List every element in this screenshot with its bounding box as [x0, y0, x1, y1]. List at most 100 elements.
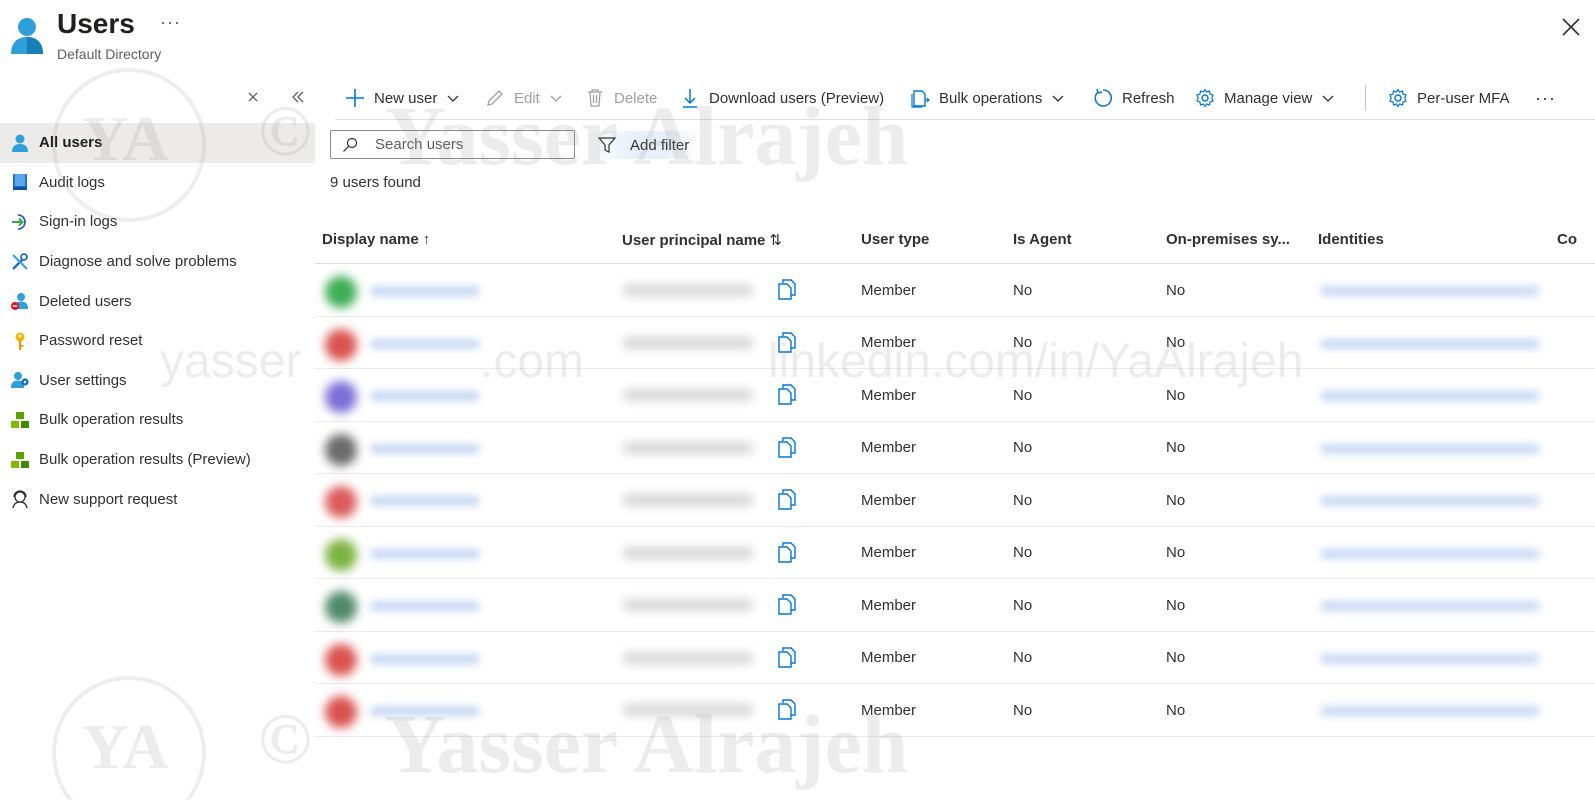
copy-icon[interactable]: [777, 436, 797, 458]
header-more-button[interactable]: ···: [160, 12, 181, 33]
avatar: [325, 486, 357, 518]
column-user-principal-name[interactable]: User principal name ⇅: [622, 231, 782, 249]
column-next[interactable]: Co: [1557, 231, 1577, 248]
search-input[interactable]: [375, 136, 565, 153]
pencil-icon: [487, 90, 503, 106]
user-type-cell: Member: [861, 544, 917, 562]
display-name-redacted[interactable]: [370, 706, 480, 716]
on-premises-sync-cell: No: [1166, 334, 1186, 352]
identities-redacted: [1320, 706, 1540, 716]
add-filter-button[interactable]: Add filter: [586, 131, 702, 159]
display-name-redacted[interactable]: [370, 443, 480, 454]
sort-ascending-icon: ↑: [422, 231, 431, 248]
table-header: Display name ↑ User principal name ⇅ User …: [315, 218, 1595, 264]
sidebar-item-bulk-results[interactable]: Bulk operation results: [0, 400, 315, 440]
copy-icon[interactable]: [777, 698, 797, 720]
user-principal-name-redacted: [623, 389, 753, 401]
delete-label: Delete: [614, 89, 658, 107]
column-identities[interactable]: Identities: [1318, 231, 1384, 248]
sidebar-item-label: Bulk operation results (Preview): [39, 451, 251, 469]
table-row[interactable]: Member No No: [315, 369, 1595, 422]
book-icon: [10, 172, 30, 192]
display-name-redacted[interactable]: [370, 601, 480, 611]
command-bar: New user Edit Delete Download users (Pre…: [335, 80, 1595, 120]
sidebar-item-new-support-request[interactable]: New support request: [0, 479, 315, 519]
chevron-down-icon[interactable]: [446, 91, 460, 105]
table-row[interactable]: Member No No: [315, 422, 1595, 474]
support-icon: [10, 489, 30, 509]
on-premises-sync-cell: No: [1166, 596, 1186, 614]
table-row[interactable]: Member No No: [315, 264, 1595, 317]
table-row[interactable]: Member No No: [315, 632, 1595, 684]
avatar: [325, 328, 357, 361]
manage-view-button[interactable]: Manage view: [1195, 80, 1335, 116]
clear-search-icon[interactable]: [246, 90, 260, 104]
display-name-redacted[interactable]: [370, 653, 480, 664]
copy-icon[interactable]: [777, 278, 797, 300]
table-row[interactable]: Member No No: [315, 579, 1595, 632]
edit-button[interactable]: Edit: [485, 80, 563, 116]
column-display-name[interactable]: Display name ↑: [322, 231, 430, 248]
sidebar-item-password-reset[interactable]: Password reset: [0, 321, 315, 361]
copy-icon[interactable]: [777, 488, 797, 510]
display-name-redacted[interactable]: [370, 286, 480, 296]
manage-view-label: Manage view: [1224, 89, 1313, 107]
sidebar-item-deleted-users[interactable]: Deleted users: [0, 281, 315, 321]
is-agent-cell: No: [1013, 544, 1033, 562]
sidebar-item-label: All users: [39, 134, 103, 152]
per-user-mfa-button[interactable]: Per-user MFA: [1388, 80, 1510, 116]
close-icon[interactable]: [1560, 16, 1582, 38]
download-users-button[interactable]: Download users (Preview): [680, 80, 884, 116]
gear-icon: [1196, 88, 1214, 108]
display-name-redacted[interactable]: [370, 338, 480, 349]
column-is-agent[interactable]: Is Agent: [1013, 231, 1072, 248]
chevron-down-icon[interactable]: [1321, 91, 1335, 105]
column-label: User principal name: [622, 232, 766, 249]
is-agent-cell: No: [1013, 281, 1033, 299]
sidebar-item-all-users[interactable]: All users: [0, 123, 315, 163]
sidebar-item-sign-in-logs[interactable]: Sign-in logs: [0, 202, 315, 242]
copy-icon[interactable]: [777, 541, 797, 563]
cubes-icon: [10, 450, 30, 470]
table-row[interactable]: Member No No: [315, 527, 1595, 579]
download-icon: [683, 89, 697, 108]
delete-button[interactable]: Delete: [585, 80, 657, 116]
table-row[interactable]: Member No No: [315, 684, 1595, 737]
copy-icon[interactable]: [777, 646, 797, 668]
new-user-button[interactable]: New user: [345, 80, 460, 116]
bulk-operations-button[interactable]: Bulk operations: [910, 80, 1065, 116]
plus-icon: [346, 89, 364, 107]
sidebar-item-audit-logs[interactable]: Audit logs: [0, 163, 315, 203]
display-name-redacted[interactable]: [370, 548, 480, 559]
copy-icon[interactable]: [777, 383, 797, 405]
page-subtitle: Default Directory: [57, 46, 162, 62]
table-row[interactable]: Member No No: [315, 474, 1595, 527]
chevron-down-icon[interactable]: [549, 91, 563, 105]
column-user-type[interactable]: User type: [861, 231, 929, 248]
cubes-icon: [10, 410, 30, 430]
display-name-redacted[interactable]: [370, 496, 480, 506]
user-type-cell: Member: [861, 649, 917, 667]
filter-icon: [598, 137, 616, 153]
identities-redacted: [1320, 653, 1540, 664]
column-on-premises-sync[interactable]: On-premises sy...: [1166, 231, 1290, 248]
copy-icon[interactable]: [777, 331, 797, 353]
sidebar-item-bulk-results-preview[interactable]: Bulk operation results (Preview): [0, 440, 315, 480]
collapse-sidebar-icon[interactable]: [290, 89, 306, 105]
avatar: [325, 276, 357, 308]
refresh-button[interactable]: Refresh: [1093, 80, 1175, 116]
sidebar-item-diagnose[interactable]: Diagnose and solve problems: [0, 242, 315, 282]
avatar: [325, 381, 357, 413]
copy-icon[interactable]: [777, 593, 797, 615]
toolbar-more-button[interactable]: ···: [1535, 80, 1556, 116]
on-premises-sync-cell: No: [1166, 544, 1186, 562]
table-row[interactable]: Member No No: [315, 317, 1595, 369]
sidebar-item-user-settings[interactable]: User settings: [0, 361, 315, 401]
sidebar-item-label: New support request: [39, 490, 178, 508]
avatar: [325, 433, 357, 466]
display-name-redacted[interactable]: [370, 391, 480, 401]
chevron-down-icon[interactable]: [1051, 91, 1065, 105]
sidebar: All users Audit logs Sign-in logs Diagno…: [0, 80, 315, 800]
user-principal-name-redacted: [623, 284, 753, 296]
avatar: [325, 643, 357, 676]
